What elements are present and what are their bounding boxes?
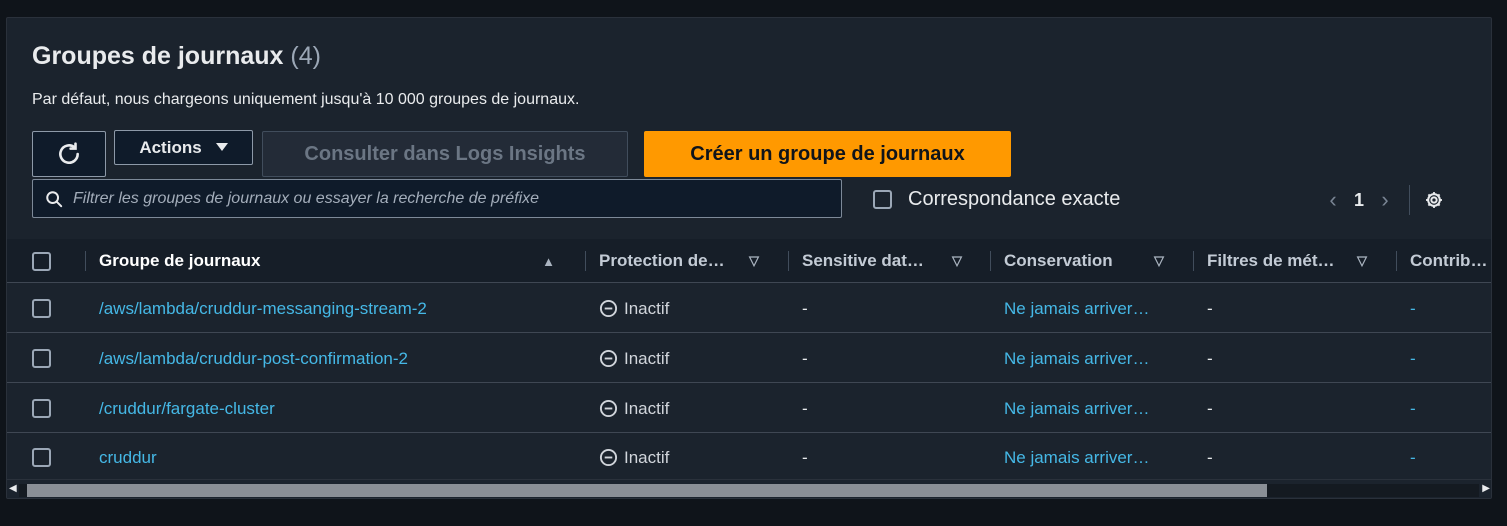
metric-filters-value: -	[1207, 298, 1213, 318]
metric-filters-value: -	[1207, 398, 1213, 418]
filter-search-input[interactable]	[73, 189, 841, 208]
protection-status: Inactif	[599, 284, 669, 333]
caret-down-icon	[215, 143, 228, 151]
table-row[interactable]: cruddur Inactif - Ne jamais arriver… - -	[7, 433, 1491, 482]
column-header-sensitive-data[interactable]: Sensitive dat… ▽	[788, 239, 974, 283]
retention-link[interactable]: Ne jamais arriver…	[1004, 284, 1149, 333]
gear-icon[interactable]	[1424, 190, 1444, 210]
protection-status-text: Inactif	[624, 447, 670, 467]
column-header-log-group[interactable]: Groupe de journaux ▲	[85, 239, 567, 283]
column-header-protection[interactable]: Protection de… ▽	[585, 239, 771, 283]
sort-icon[interactable]: ▽	[1154, 253, 1164, 269]
select-all-checkbox[interactable]	[32, 251, 51, 271]
row-select-cell	[32, 384, 51, 433]
column-divider	[85, 251, 86, 271]
column-header-metric-filters[interactable]: Filtres de mét… ▽	[1193, 239, 1379, 283]
horizontal-scrollbar[interactable]: ◀ ▶	[7, 479, 1491, 498]
exact-match-option[interactable]: Correspondance exacte	[873, 188, 1120, 211]
log-group-link[interactable]: /aws/lambda/cruddur-messanging-stream-2	[99, 284, 427, 333]
metric-filters-value: -	[1207, 348, 1213, 368]
table-header: Groupe de journaux ▲ Protection de… ▽ Se…	[7, 239, 1492, 283]
actions-label: Actions	[139, 137, 202, 157]
scroll-left-arrow-icon[interactable]: ◀	[9, 483, 17, 494]
column-header-label: Contributo	[1410, 251, 1492, 270]
retention-link[interactable]: Ne jamais arriver…	[1004, 384, 1149, 433]
scrollbar-thumb[interactable]	[27, 484, 1267, 497]
protection-status-text: Inactif	[624, 298, 670, 318]
current-page-number[interactable]: 1	[1347, 190, 1371, 211]
actions-dropdown-button[interactable]: Actions	[114, 130, 253, 165]
column-divider	[585, 251, 586, 271]
contributor-value[interactable]: -	[1410, 284, 1416, 333]
metric-filters-value: -	[1207, 447, 1213, 467]
contributor-value[interactable]: -	[1410, 384, 1416, 433]
sensitive-data-value: -	[802, 398, 808, 418]
select-all-cell	[32, 239, 52, 283]
log-groups-panel: Groupes de journaux (4) Par défaut, nous…	[6, 17, 1492, 499]
protection-status-text: Inactif	[624, 398, 670, 418]
refresh-button[interactable]	[32, 131, 106, 177]
row-select-cell	[32, 433, 51, 482]
minus-circle-icon	[599, 349, 618, 368]
column-header-contributor[interactable]: Contributo	[1396, 239, 1492, 283]
minus-circle-icon	[599, 399, 618, 418]
page-title-text: Groupes de journaux	[32, 42, 284, 70]
column-header-label: Protection de…	[599, 251, 725, 270]
exact-match-checkbox[interactable]	[873, 190, 892, 209]
column-header-label: Filtres de mét…	[1207, 251, 1335, 270]
protection-status-text: Inactif	[624, 348, 670, 368]
column-divider	[1193, 251, 1194, 271]
column-header-retention[interactable]: Conservation ▽	[990, 239, 1176, 283]
column-header-label: Groupe de journaux	[99, 251, 261, 270]
view-in-logs-insights-button[interactable]: Consulter dans Logs Insights	[262, 131, 628, 177]
protection-status: Inactif	[599, 433, 669, 482]
minus-circle-icon	[599, 448, 618, 467]
retention-link[interactable]: Ne jamais arriver…	[1004, 334, 1149, 383]
page-title: Groupes de journaux (4)	[32, 42, 321, 71]
row-select-cell	[32, 334, 51, 383]
protection-status: Inactif	[599, 334, 669, 383]
column-header-label: Conservation	[1004, 251, 1113, 270]
row-checkbox[interactable]	[32, 349, 51, 368]
pagination-divider	[1409, 185, 1410, 215]
sort-ascending-icon[interactable]: ▲	[542, 254, 555, 269]
protection-status: Inactif	[599, 384, 669, 433]
row-select-cell	[32, 284, 51, 333]
pagination: ‹ 1 ›	[1319, 185, 1444, 215]
scroll-right-arrow-icon[interactable]: ▶	[1482, 483, 1490, 494]
table-row[interactable]: /cruddur/fargate-cluster Inactif - Ne ja…	[7, 384, 1491, 433]
log-group-link[interactable]: /aws/lambda/cruddur-post-confirmation-2	[99, 334, 408, 383]
row-checkbox[interactable]	[32, 448, 51, 467]
column-header-label: Sensitive dat…	[802, 251, 924, 270]
sensitive-data-value: -	[802, 447, 808, 467]
exact-match-label: Correspondance exacte	[908, 188, 1121, 210]
log-group-link[interactable]: cruddur	[99, 433, 157, 482]
chevron-right-icon[interactable]: ›	[1371, 187, 1399, 213]
row-checkbox[interactable]	[32, 299, 51, 318]
refresh-icon	[59, 142, 79, 165]
sort-icon[interactable]: ▽	[952, 253, 962, 269]
sort-icon[interactable]: ▽	[749, 253, 759, 269]
chevron-left-icon[interactable]: ‹	[1319, 187, 1347, 213]
log-group-link[interactable]: /cruddur/fargate-cluster	[99, 384, 275, 433]
retention-link[interactable]: Ne jamais arriver…	[1004, 433, 1149, 482]
column-divider	[990, 251, 991, 271]
search-icon	[46, 190, 63, 207]
row-checkbox[interactable]	[32, 399, 51, 418]
column-divider	[788, 251, 789, 271]
sensitive-data-value: -	[802, 298, 808, 318]
table-row[interactable]: /aws/lambda/cruddur-messanging-stream-2 …	[7, 284, 1491, 333]
page-description: Par défaut, nous chargeons uniquement ju…	[32, 91, 580, 108]
log-group-count: (4)	[290, 42, 321, 70]
sort-icon[interactable]: ▽	[1357, 253, 1367, 269]
table-row[interactable]: /aws/lambda/cruddur-post-confirmation-2 …	[7, 334, 1491, 383]
create-log-group-button[interactable]: Créer un groupe de journaux	[644, 131, 1011, 177]
contributor-value[interactable]: -	[1410, 334, 1416, 383]
minus-circle-icon	[599, 299, 618, 318]
column-divider	[1396, 251, 1397, 271]
contributor-value[interactable]: -	[1410, 433, 1416, 482]
filter-search-box	[32, 179, 842, 218]
sensitive-data-value: -	[802, 348, 808, 368]
